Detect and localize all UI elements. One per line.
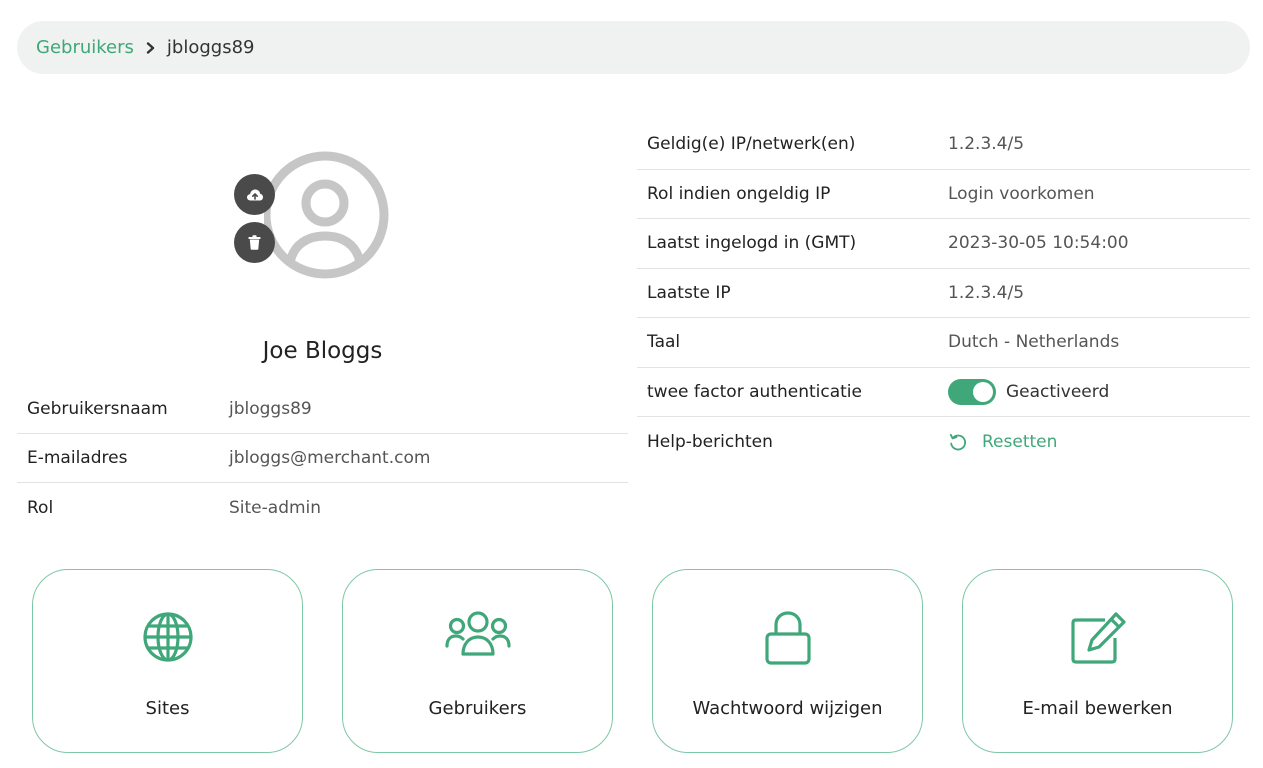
invalid-ip-role-row: Rol indien ongeldig IP Login voorkomen (637, 170, 1250, 219)
reset-help-button[interactable]: Resetten (948, 432, 1057, 452)
valid-ip-value: 1.2.3.4/5 (948, 134, 1025, 155)
toggle-knob (973, 381, 993, 402)
two-factor-status: Geactiveerd (1006, 381, 1110, 402)
help-messages-label: Help-berichten (647, 431, 773, 452)
language-row: Taal Dutch - Netherlands (637, 318, 1250, 368)
reset-help-label: Resetten (982, 431, 1058, 452)
delete-avatar-button[interactable] (234, 222, 275, 263)
role-label: Rol (27, 497, 54, 518)
globe-icon (142, 612, 193, 662)
two-factor-label: twee factor authenticatie (647, 381, 862, 402)
invalid-ip-role-value: Login voorkomen (948, 183, 1095, 204)
last-ip-row: Laatste IP 1.2.3.4/5 (637, 269, 1250, 318)
email-value: jbloggs@merchant.com (229, 448, 431, 468)
trash-icon (248, 235, 261, 250)
two-factor-row: twee factor authenticatie Geactiveerd (637, 368, 1250, 417)
edit-icon (1070, 612, 1126, 664)
last-ip-value: 1.2.3.4/5 (948, 282, 1025, 303)
upload-avatar-button[interactable] (234, 174, 275, 215)
users-tile-label: Gebruikers (428, 698, 527, 719)
language-value: Dutch - Netherlands (948, 332, 1120, 353)
last-login-row: Laatst ingelogd in (GMT) 2023-30-05 10:5… (637, 219, 1250, 269)
change-password-tile[interactable]: Wachtwoord wijzigen (652, 569, 923, 753)
last-login-label: Laatst ingelogd in (GMT) (647, 233, 857, 254)
edit-email-tile-label: E-mail bewerken (1022, 698, 1173, 719)
email-row: E-mailadres jbloggs@merchant.com (17, 434, 628, 483)
role-row: Rol Site-admin (17, 483, 628, 532)
help-messages-value: Resetten (948, 432, 1057, 452)
users-icon (444, 611, 511, 656)
users-tile[interactable]: Gebruikers (342, 569, 613, 753)
breadcrumb-link-users[interactable]: Gebruikers (36, 37, 134, 58)
valid-ip-label: Geldig(e) IP/netwerk(en) (647, 134, 856, 155)
avatar-section (234, 148, 394, 283)
email-label: E-mailadres (27, 448, 128, 468)
last-login-value: 2023-30-05 10:54:00 (948, 233, 1129, 254)
username-label: Gebruikersnaam (27, 399, 168, 419)
cloud-upload-icon (246, 189, 263, 200)
sites-tile-label: Sites (145, 698, 190, 719)
edit-email-tile[interactable]: E-mail bewerken (962, 569, 1233, 753)
invalid-ip-role-label: Rol indien ongeldig IP (647, 183, 831, 204)
username-row: Gebruikersnaam jbloggs89 (17, 385, 628, 434)
change-password-tile-label: Wachtwoord wijzigen (692, 698, 883, 719)
language-label: Taal (647, 332, 681, 353)
avatar (264, 151, 389, 279)
lock-icon (764, 611, 811, 665)
sites-tile[interactable]: Sites (32, 569, 303, 753)
help-messages-row: Help-berichten Resetten (637, 417, 1250, 467)
valid-ip-row: Geldig(e) IP/netwerk(en) 1.2.3.4/5 (637, 120, 1250, 170)
breadcrumb-current: jbloggs89 (166, 37, 255, 58)
reset-icon (949, 433, 967, 451)
breadcrumb: Gebruikers jbloggs89 (17, 21, 1250, 74)
chevron-right-icon (146, 41, 155, 54)
profile-info-table: Gebruikersnaam jbloggs89 E-mailadres jbl… (17, 385, 628, 532)
two-factor-toggle[interactable] (948, 378, 996, 405)
last-ip-label: Laatste IP (647, 282, 731, 303)
two-factor-value: Geactiveerd (948, 378, 1110, 405)
role-value: Site-admin (229, 497, 322, 518)
quick-actions: Sites Gebruikers Wachtwoord wijzigen E-m… (0, 569, 1263, 753)
account-details-table: Geldig(e) IP/netwerk(en) 1.2.3.4/5 Rol i… (637, 120, 1250, 467)
username-value: jbloggs89 (229, 399, 312, 419)
user-full-name: Joe Bloggs (262, 338, 383, 364)
